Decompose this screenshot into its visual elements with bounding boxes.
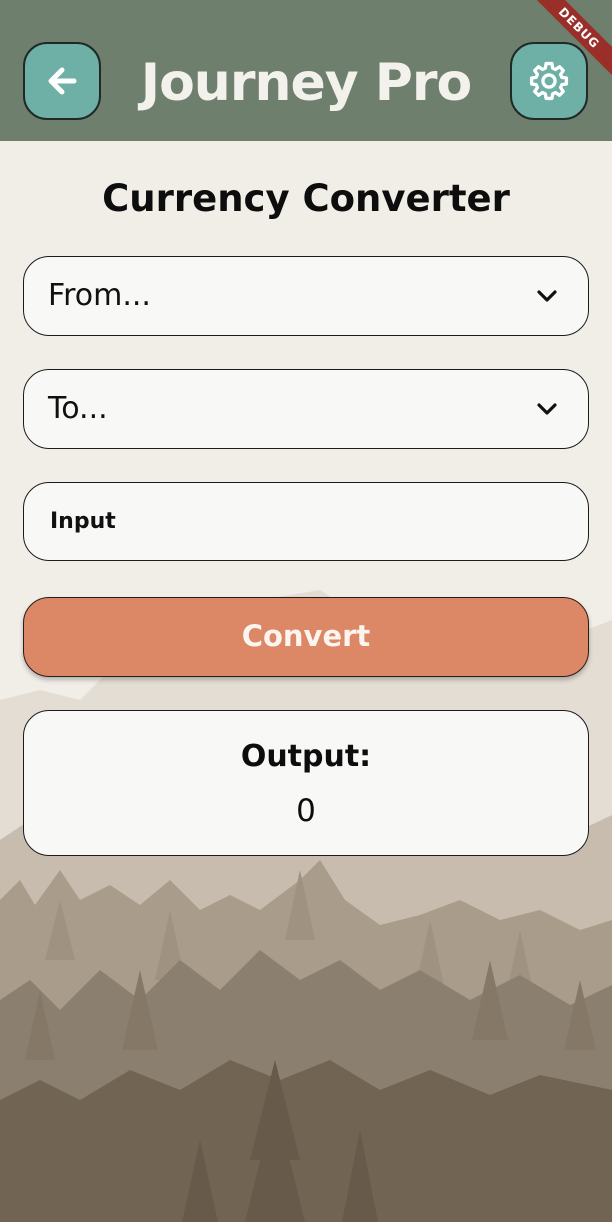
- app-header: Journey Pro DEBUG: [0, 0, 612, 141]
- app-title: Journey Pro: [140, 53, 473, 113]
- amount-input-container: [23, 482, 589, 561]
- page-title: Currency Converter: [102, 177, 510, 220]
- to-dropdown-label: To...: [48, 391, 108, 426]
- output-panel: Output: 0: [23, 710, 589, 856]
- gear-icon: [529, 61, 569, 101]
- convert-button[interactable]: Convert: [23, 597, 589, 677]
- output-label: Output:: [240, 739, 372, 774]
- from-currency-dropdown[interactable]: From...: [23, 256, 589, 336]
- amount-input[interactable]: [24, 483, 588, 560]
- arrow-left-icon: [48, 67, 77, 95]
- to-currency-dropdown[interactable]: To...: [23, 369, 589, 449]
- chevron-down-icon: [537, 290, 557, 302]
- chevron-down-icon: [537, 403, 557, 415]
- from-dropdown-label: From...: [48, 278, 151, 313]
- settings-button[interactable]: [510, 42, 588, 120]
- back-button[interactable]: [23, 42, 101, 120]
- output-value: 0: [296, 793, 316, 829]
